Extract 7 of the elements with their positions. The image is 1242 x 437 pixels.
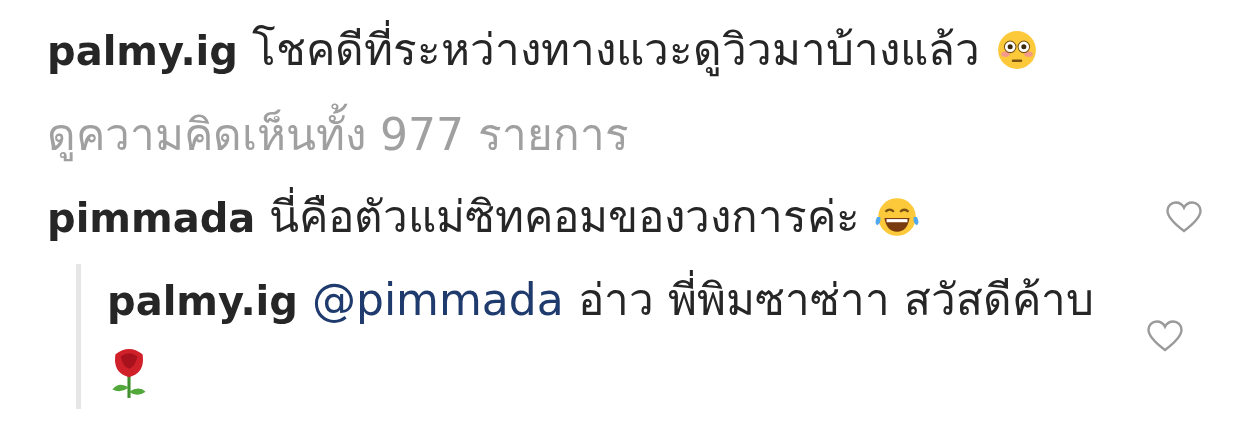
- laughing-face-icon: [874, 196, 921, 238]
- heart-icon[interactable]: [1166, 201, 1202, 234]
- mention-link[interactable]: @pimmada: [311, 274, 564, 325]
- heart-icon[interactable]: [1147, 320, 1183, 353]
- caption-text: palmy.ig โชคดีที่ระหว่างทางแวะดูวิวมาบ้างแล้ว: [47, 14, 1242, 87]
- comment-text: pimmada นี่คือตัวแม่ซิทคอมของวงการค่ะ: [47, 181, 1166, 254]
- reply-text: palmy.ig @pimmada อ่าว พี่พิมซาซ่าา สวัสดีค้าบ: [107, 264, 1107, 409]
